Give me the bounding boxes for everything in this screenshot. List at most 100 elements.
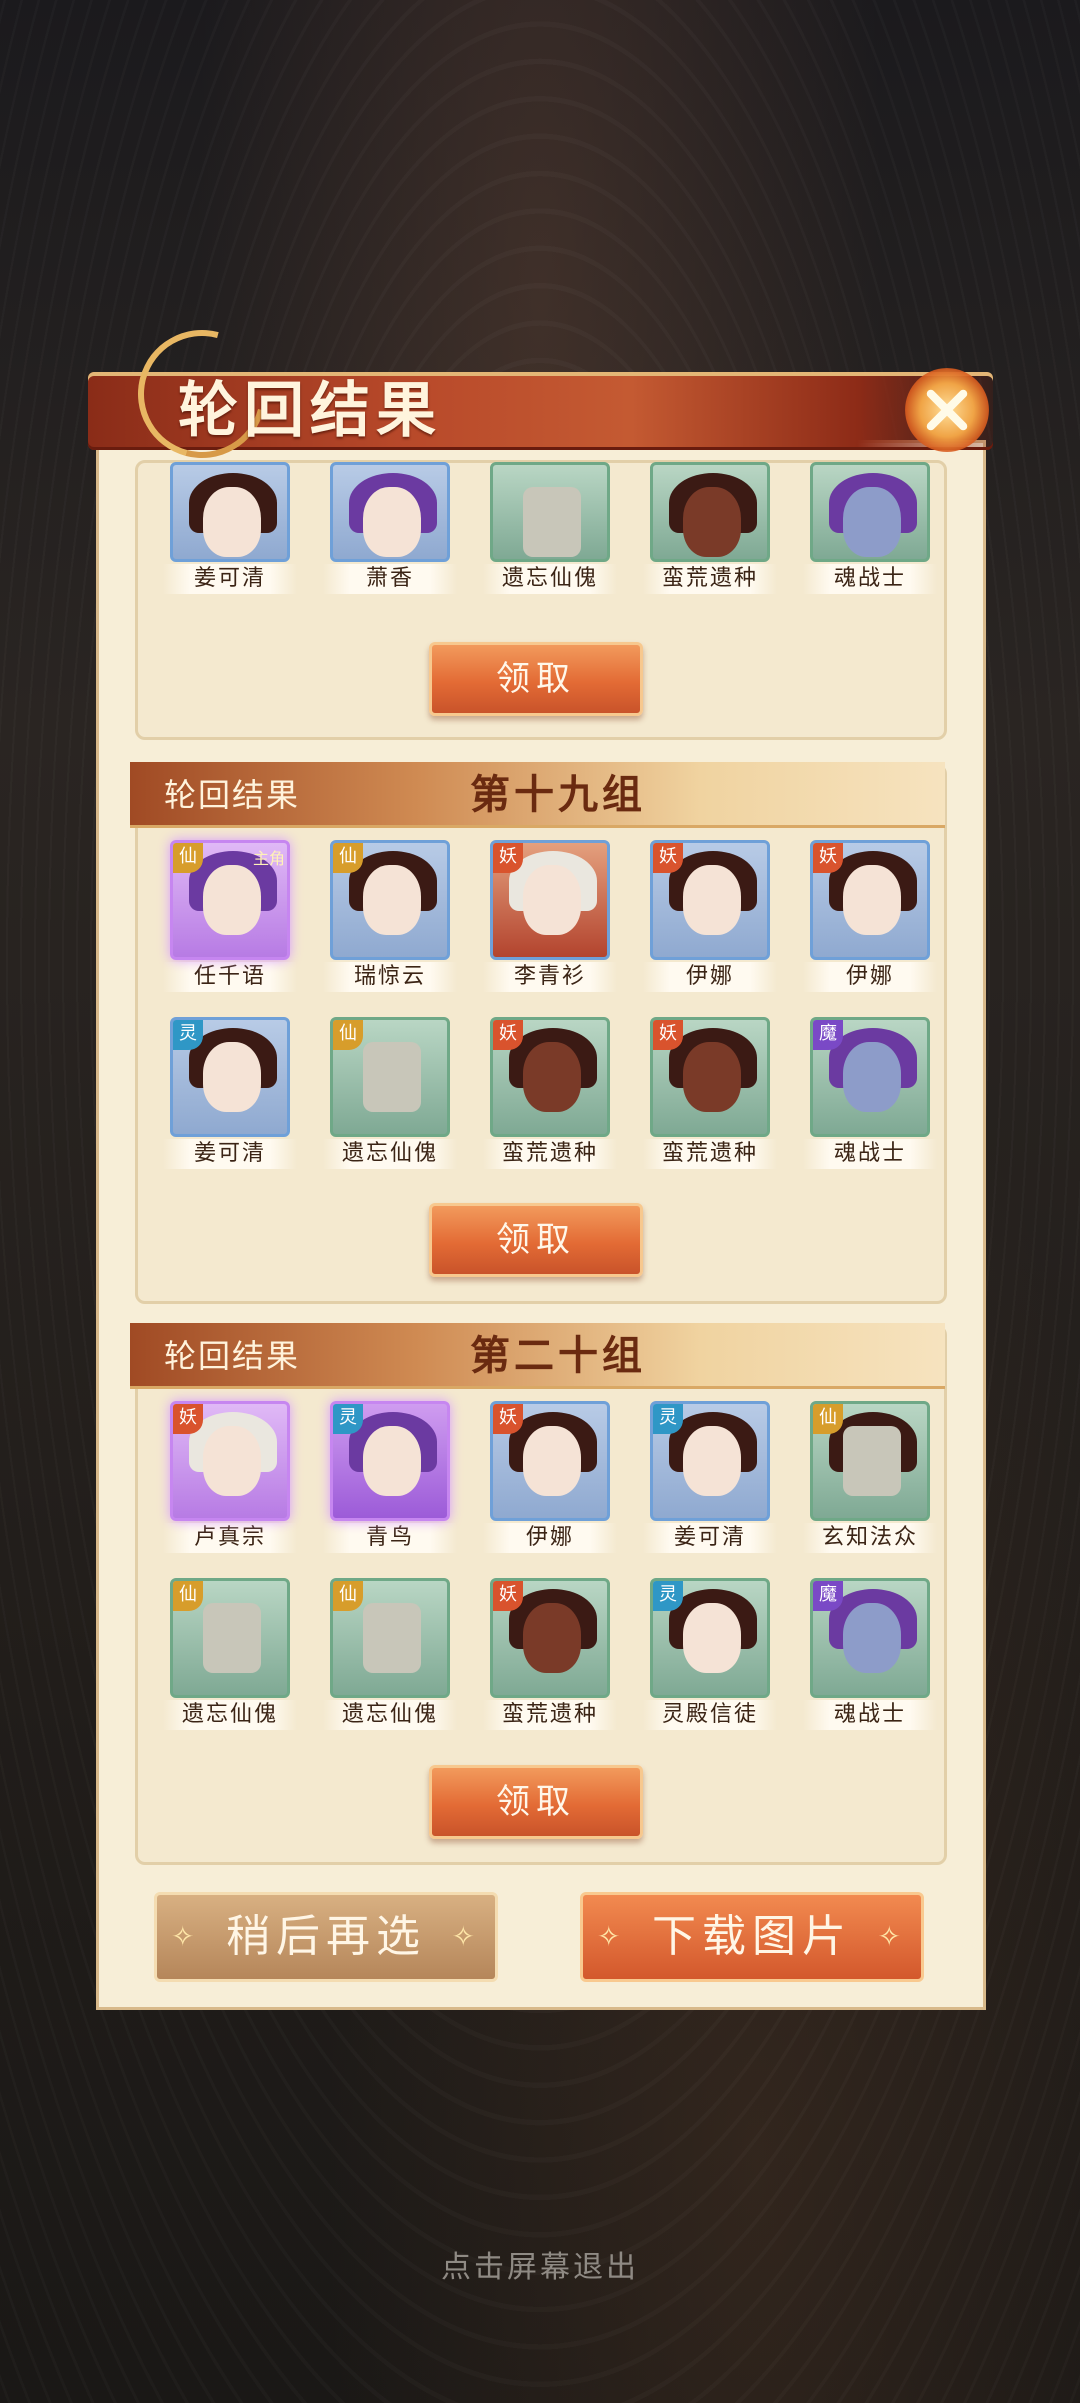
hero-card[interactable]: 仙 主角 任千语 xyxy=(160,840,300,992)
diamond-ornament-icon: ✧ xyxy=(877,1920,907,1953)
hero-card[interactable]: 灵姜可清 xyxy=(160,1017,300,1169)
hero-card[interactable]: 仙遗忘仙傀 xyxy=(320,1578,460,1730)
download-image-button[interactable]: ✧ 下载图片 ✧ xyxy=(580,1892,924,1982)
hero-face xyxy=(843,1603,901,1673)
faction-badge: 妖 xyxy=(653,1020,683,1050)
hero-card[interactable]: 仙遗忘仙傀 xyxy=(160,1578,300,1730)
hero-card[interactable]: 姜可清 xyxy=(160,462,300,594)
hero-portrait xyxy=(330,462,450,562)
hero-portrait: 仙 xyxy=(170,1578,290,1698)
faction-badge: 灵 xyxy=(173,1020,203,1050)
hero-portrait: 妖 xyxy=(490,1017,610,1137)
faction-badge: 妖 xyxy=(173,1404,203,1434)
close-button[interactable] xyxy=(905,368,989,452)
hero-card[interactable]: 魂战士 xyxy=(800,462,940,594)
hero-face xyxy=(523,487,581,557)
hero-name: 蛮荒遗种 xyxy=(643,564,777,594)
hero-card[interactable]: 妖卢真宗 xyxy=(160,1401,300,1553)
hero-name: 遗忘仙傀 xyxy=(163,1700,297,1730)
hero-portrait: 魔 xyxy=(810,1578,930,1698)
hero-card[interactable]: 妖李青衫 xyxy=(480,840,620,992)
hero-portrait: 灵 xyxy=(330,1401,450,1521)
hero-portrait: 仙 主角 xyxy=(170,840,290,960)
claim-button-20[interactable]: 领取 xyxy=(429,1765,643,1839)
hero-card[interactable]: 遗忘仙傀 xyxy=(480,462,620,594)
exit-hint[interactable]: 点击屏幕退出 xyxy=(0,2242,1080,2286)
hero-name: 魂战士 xyxy=(803,1139,937,1169)
group-name: 第二十组 xyxy=(470,1332,646,1379)
hero-name: 伊娜 xyxy=(483,1523,617,1553)
faction-badge: 妖 xyxy=(493,1404,523,1434)
hero-card[interactable]: 魔魂战士 xyxy=(800,1017,940,1169)
hero-portrait: 妖 xyxy=(650,840,770,960)
hero-name: 青鸟 xyxy=(323,1523,457,1553)
group-header-label: 轮回结果 xyxy=(164,1337,301,1375)
diamond-ornament-icon: ✧ xyxy=(597,1920,627,1953)
faction-badge: 妖 xyxy=(813,843,843,873)
hero-portrait: 灵 xyxy=(170,1017,290,1137)
hero-card[interactable]: 魔魂战士 xyxy=(800,1578,940,1730)
hero-card[interactable]: 妖伊娜 xyxy=(480,1401,620,1553)
hero-face xyxy=(683,1426,741,1496)
diamond-ornament-icon: ✧ xyxy=(171,1920,201,1953)
hero-face xyxy=(203,1042,261,1112)
hero-portrait: 妖 xyxy=(810,840,930,960)
hero-name: 遗忘仙傀 xyxy=(483,564,617,594)
group-header-label: 轮回结果 xyxy=(164,776,301,814)
hero-card[interactable]: 萧香 xyxy=(320,462,460,594)
hero-name: 玄知法众 xyxy=(803,1523,937,1553)
hero-card[interactable]: 灵姜可清 xyxy=(640,1401,780,1553)
hero-name: 萧香 xyxy=(323,564,457,594)
hero-card[interactable]: 妖伊娜 xyxy=(800,840,940,992)
group-name: 第十九组 xyxy=(470,771,646,818)
hero-card[interactable]: 妖蛮荒遗种 xyxy=(640,1017,780,1169)
hero-name: 姜可清 xyxy=(163,1139,297,1169)
faction-badge: 妖 xyxy=(493,843,523,873)
hero-portrait xyxy=(650,462,770,562)
faction-badge: 仙 xyxy=(813,1404,843,1434)
hero-face xyxy=(683,1042,741,1112)
choose-later-button[interactable]: ✧ 稍后再选 ✧ xyxy=(154,1892,498,1982)
hero-card[interactable]: 灵青鸟 xyxy=(320,1401,460,1553)
hero-portrait: 仙 xyxy=(330,840,450,960)
hero-name: 伊娜 xyxy=(803,962,937,992)
hero-card[interactable]: 仙瑞惊云 xyxy=(320,840,460,992)
hero-face xyxy=(843,1042,901,1112)
claim-button-partial[interactable]: 领取 xyxy=(429,642,643,716)
hero-face xyxy=(683,1603,741,1673)
faction-badge: 仙 xyxy=(333,1020,363,1050)
hero-face xyxy=(843,1426,901,1496)
faction-badge: 仙 xyxy=(333,1581,363,1611)
hero-name: 遗忘仙傀 xyxy=(323,1700,457,1730)
hero-name: 姜可清 xyxy=(163,564,297,594)
hero-name: 魂战士 xyxy=(803,1700,937,1730)
hero-card[interactable]: 蛮荒遗种 xyxy=(640,462,780,594)
hero-card[interactable]: 灵灵殿信徒 xyxy=(640,1578,780,1730)
hero-face xyxy=(523,1042,581,1112)
hero-face xyxy=(363,487,421,557)
hero-card[interactable]: 妖蛮荒遗种 xyxy=(480,1017,620,1169)
hero-portrait: 仙 xyxy=(810,1401,930,1521)
hero-portrait: 仙 xyxy=(330,1578,450,1698)
hero-face xyxy=(203,1603,261,1673)
hero-name: 遗忘仙傀 xyxy=(323,1139,457,1169)
hero-face xyxy=(363,1426,421,1496)
hero-face xyxy=(523,1426,581,1496)
claim-button-19[interactable]: 领取 xyxy=(429,1203,643,1277)
hero-name: 灵殿信徒 xyxy=(643,1700,777,1730)
faction-badge: 妖 xyxy=(493,1020,523,1050)
hero-name: 蛮荒遗种 xyxy=(483,1700,617,1730)
hero-card[interactable]: 仙遗忘仙傀 xyxy=(320,1017,460,1169)
panel-title: 轮回结果 xyxy=(178,376,442,446)
hero-face xyxy=(843,487,901,557)
faction-badge: 魔 xyxy=(813,1020,843,1050)
hero-card[interactable]: 仙玄知法众 xyxy=(800,1401,940,1553)
protagonist-tag: 主角 xyxy=(252,849,285,868)
hero-card[interactable]: 妖伊娜 xyxy=(640,840,780,992)
close-x-icon xyxy=(926,389,968,431)
hero-face xyxy=(203,865,261,935)
hero-name: 蛮荒遗种 xyxy=(643,1139,777,1169)
faction-badge: 魔 xyxy=(813,1581,843,1611)
hero-card[interactable]: 妖蛮荒遗种 xyxy=(480,1578,620,1730)
hero-face xyxy=(843,865,901,935)
